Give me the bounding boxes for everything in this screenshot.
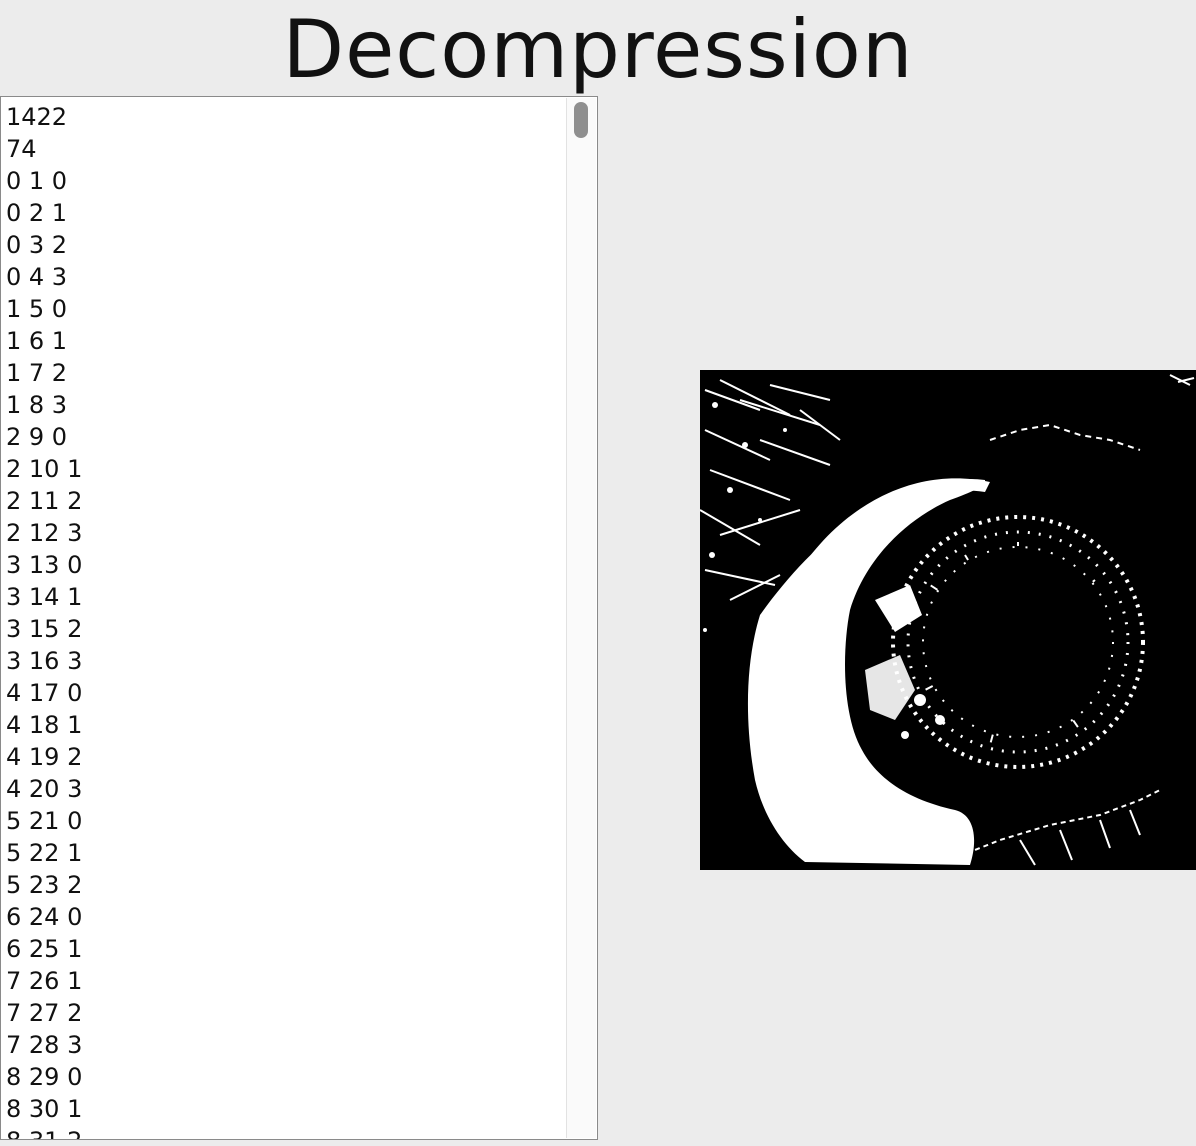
text-line: 0 4 3 [6,263,68,291]
text-line: 1 5 0 [6,295,68,323]
text-line: 1 6 1 [6,327,68,355]
text-line: 1422 [6,103,68,131]
text-line: 2 11 2 [6,487,83,515]
text-line: 7 27 2 [6,999,83,1027]
text-line: 8 31 2 [6,1125,561,1139]
text-line: 8 30 1 [6,1095,83,1123]
text-line: 8 29 0 [6,1063,83,1091]
text-line: 2 12 3 [6,519,83,547]
text-line: 3 16 3 [6,647,83,675]
text-line: 3 13 0 [6,551,83,579]
text-line: 5 21 0 [6,807,83,835]
decompressed-image [700,370,1196,870]
vertical-scrollbar[interactable] [566,98,596,1138]
text-line: 7 28 3 [6,1031,83,1059]
text-line: 3 15 2 [6,615,83,643]
text-line: 1 8 3 [6,391,68,419]
text-lines: 1422 74 0 1 00 2 10 3 20 4 31 5 01 6 11 7 … [6,101,561,1139]
text-line: 74 [6,135,37,163]
window-title: Decompression [282,3,914,96]
text-line: 2 10 1 [6,455,83,483]
text-line: 4 18 1 [6,711,83,739]
scrollbar-thumb[interactable] [574,102,588,138]
text-line: 1 7 2 [6,359,68,387]
text-line: 4 20 3 [6,775,83,803]
text-line: 4 17 0 [6,679,83,707]
text-line: 6 24 0 [6,903,83,931]
text-line: 3 14 1 [6,583,83,611]
text-line: 4 19 2 [6,743,83,771]
text-line: 0 2 1 [6,199,68,227]
text-line: 0 1 0 [6,167,68,195]
eye-image [700,370,1196,870]
text-line: 5 22 1 [6,839,83,867]
text-line: 0 3 2 [6,231,68,259]
decompressed-text-area[interactable]: 1422 74 0 1 00 2 10 3 20 4 31 5 01 6 11 7 … [0,96,598,1140]
text-line: 5 23 2 [6,871,83,899]
text-line: 7 26 1 [6,967,83,995]
text-line: 2 9 0 [6,423,68,451]
text-line: 6 25 1 [6,935,83,963]
